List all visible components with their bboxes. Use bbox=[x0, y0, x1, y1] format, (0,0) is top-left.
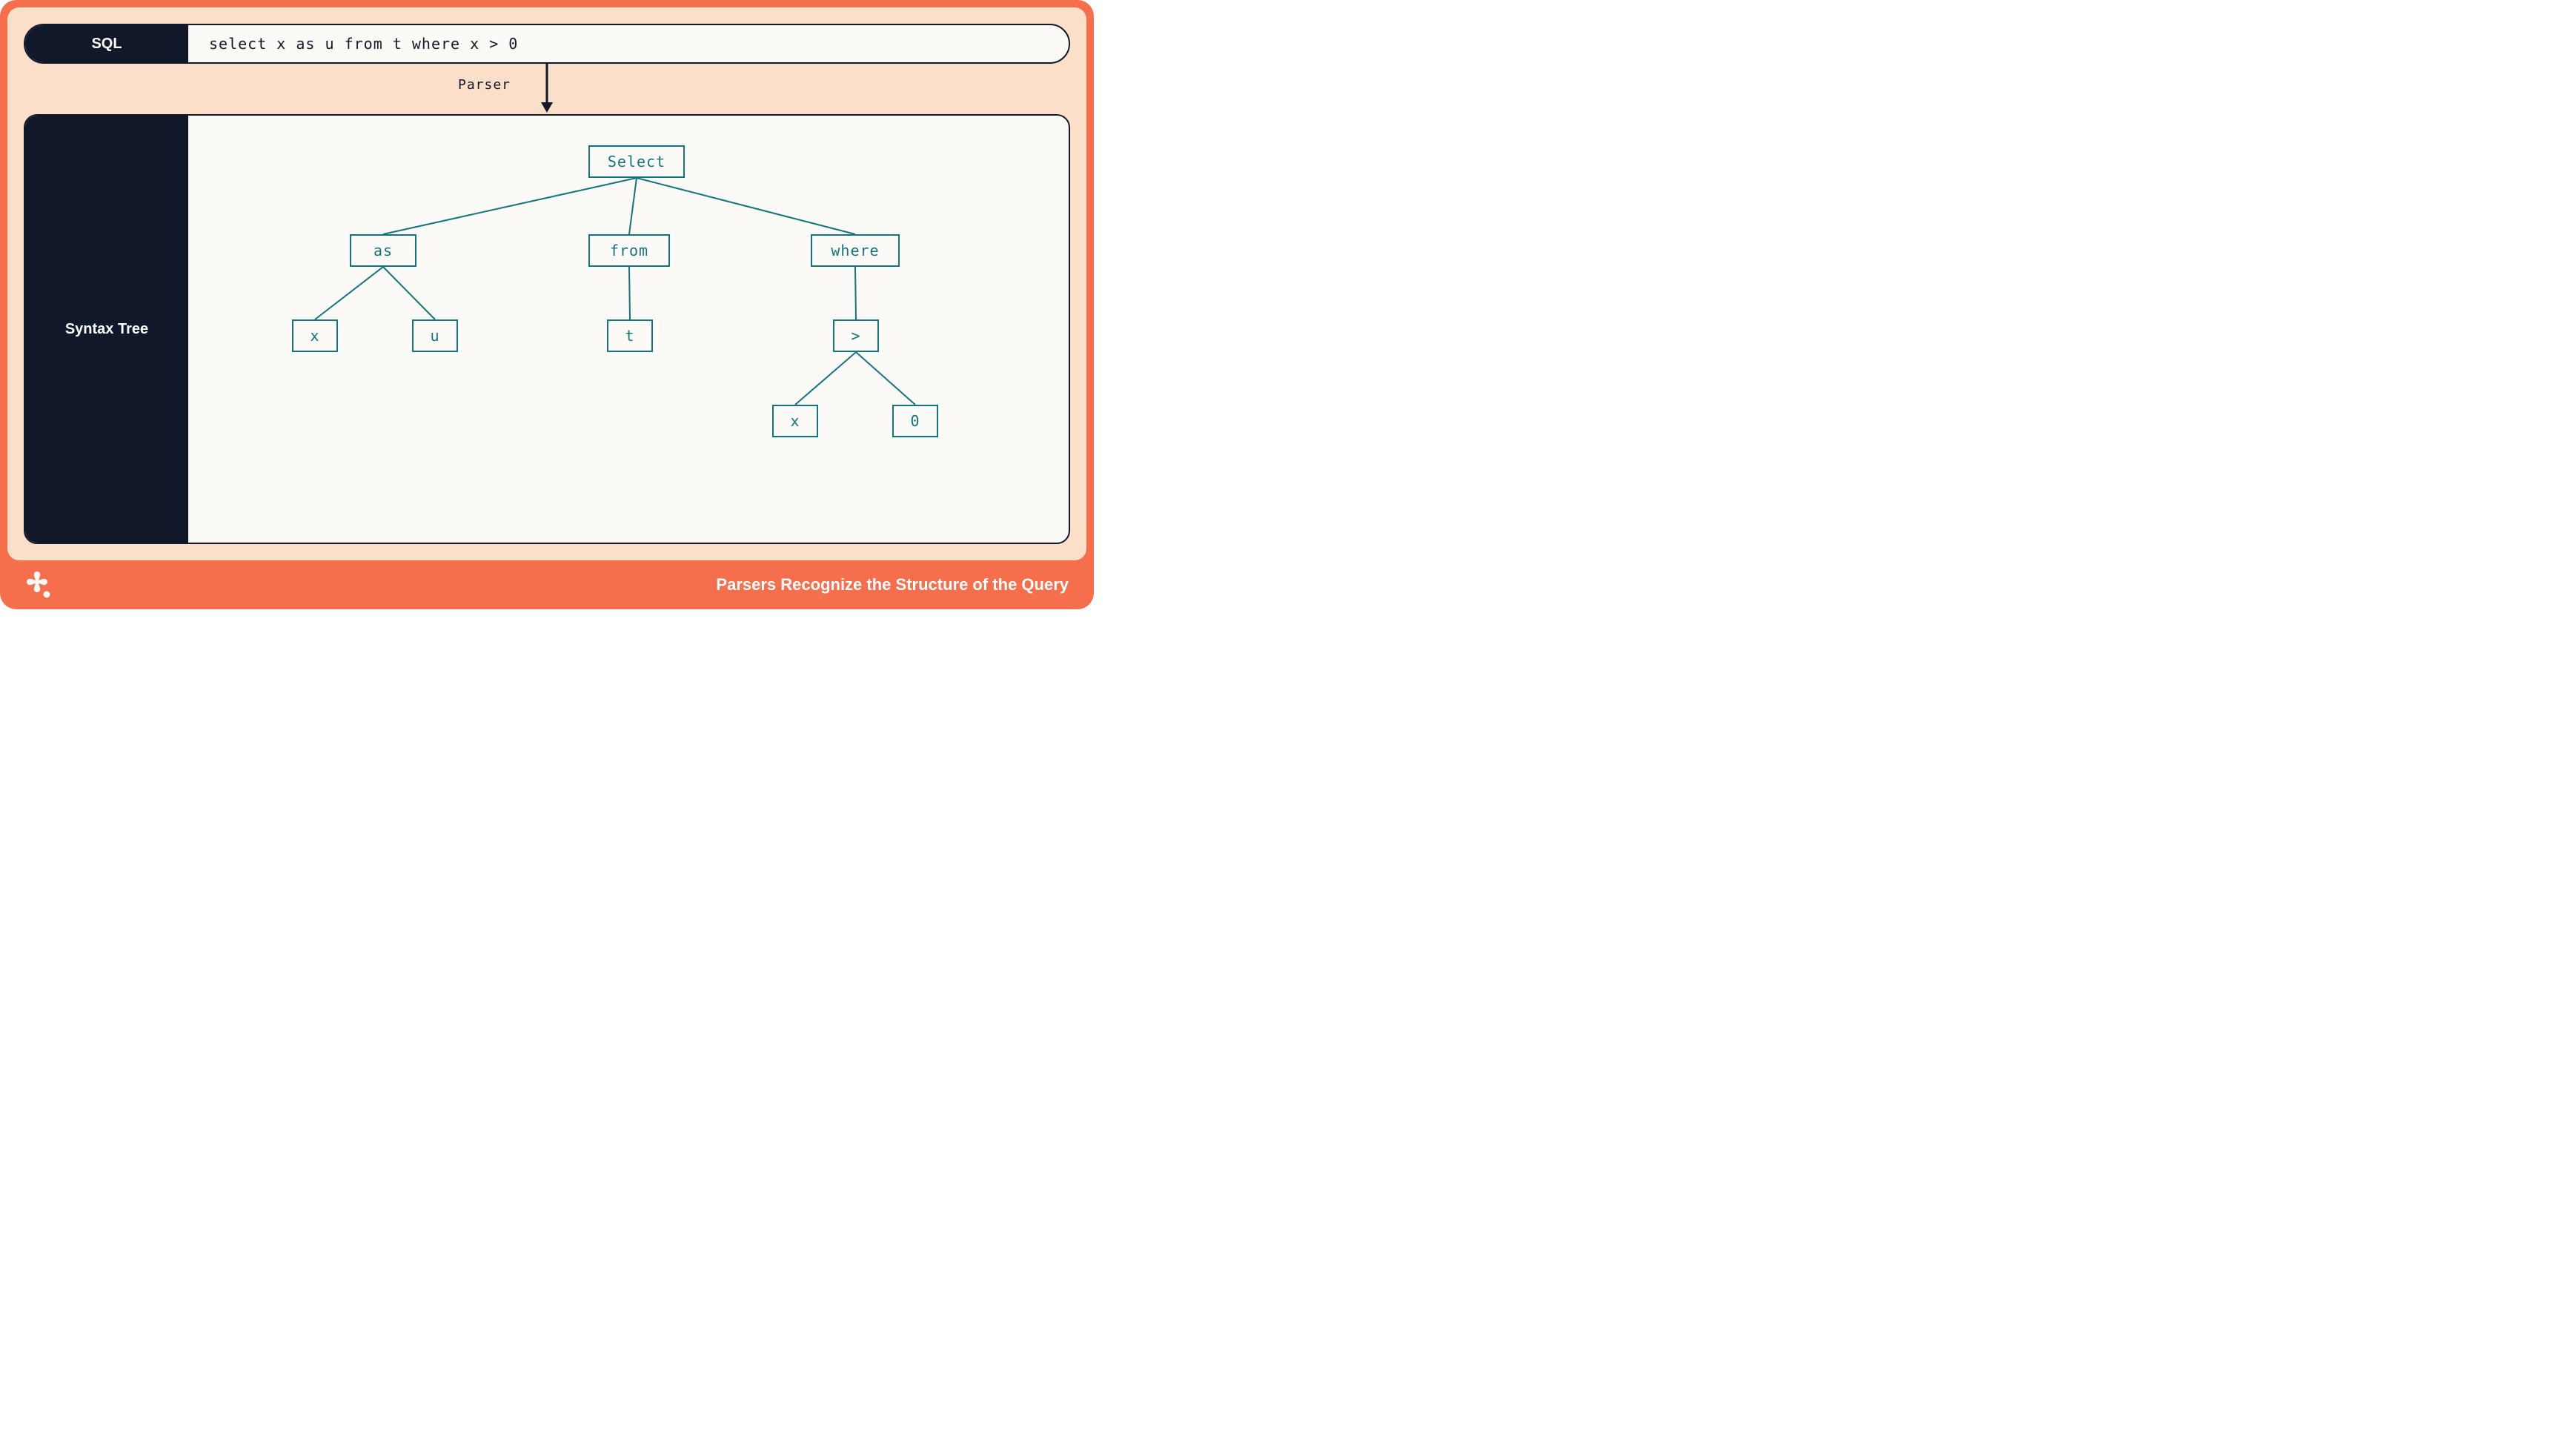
parser-label: Parser bbox=[458, 77, 511, 93]
tree-node-root: Select bbox=[588, 145, 685, 178]
sql-row: SQL select x as u from t where x > 0 bbox=[24, 24, 1070, 64]
tree-node-from: from bbox=[588, 234, 670, 267]
logo-icon bbox=[19, 567, 55, 603]
arrow-down-icon bbox=[541, 64, 559, 114]
tree-node-gt: > bbox=[833, 319, 879, 352]
tree-node-x2: x bbox=[772, 405, 818, 437]
diagram-inner: SQL select x as u from t where x > 0 Par… bbox=[7, 7, 1086, 560]
sql-query-text: select x as u from t where x > 0 bbox=[188, 25, 1069, 62]
tree-node-as: as bbox=[350, 234, 416, 267]
tree-node-u: u bbox=[412, 319, 458, 352]
caption-text: Parsers Recognize the Structure of the Q… bbox=[716, 575, 1069, 594]
footer: Parsers Recognize the Structure of the Q… bbox=[7, 560, 1086, 609]
tree-node-zero: 0 bbox=[892, 405, 938, 437]
syntax-tree-canvas: Select as from where x u t > x 0 bbox=[188, 116, 1069, 543]
diagram-frame: SQL select x as u from t where x > 0 Par… bbox=[0, 0, 1094, 609]
parser-arrow-zone: Parser bbox=[24, 64, 1070, 114]
tree-node-t: t bbox=[607, 319, 653, 352]
tree-node-x1: x bbox=[292, 319, 338, 352]
tree-node-where: where bbox=[811, 234, 900, 267]
syntax-tree-label: Syntax Tree bbox=[25, 116, 188, 543]
sql-label: SQL bbox=[25, 25, 188, 62]
syntax-tree-panel: Syntax Tree Select as from where x u t > x 0 bbox=[24, 114, 1070, 544]
